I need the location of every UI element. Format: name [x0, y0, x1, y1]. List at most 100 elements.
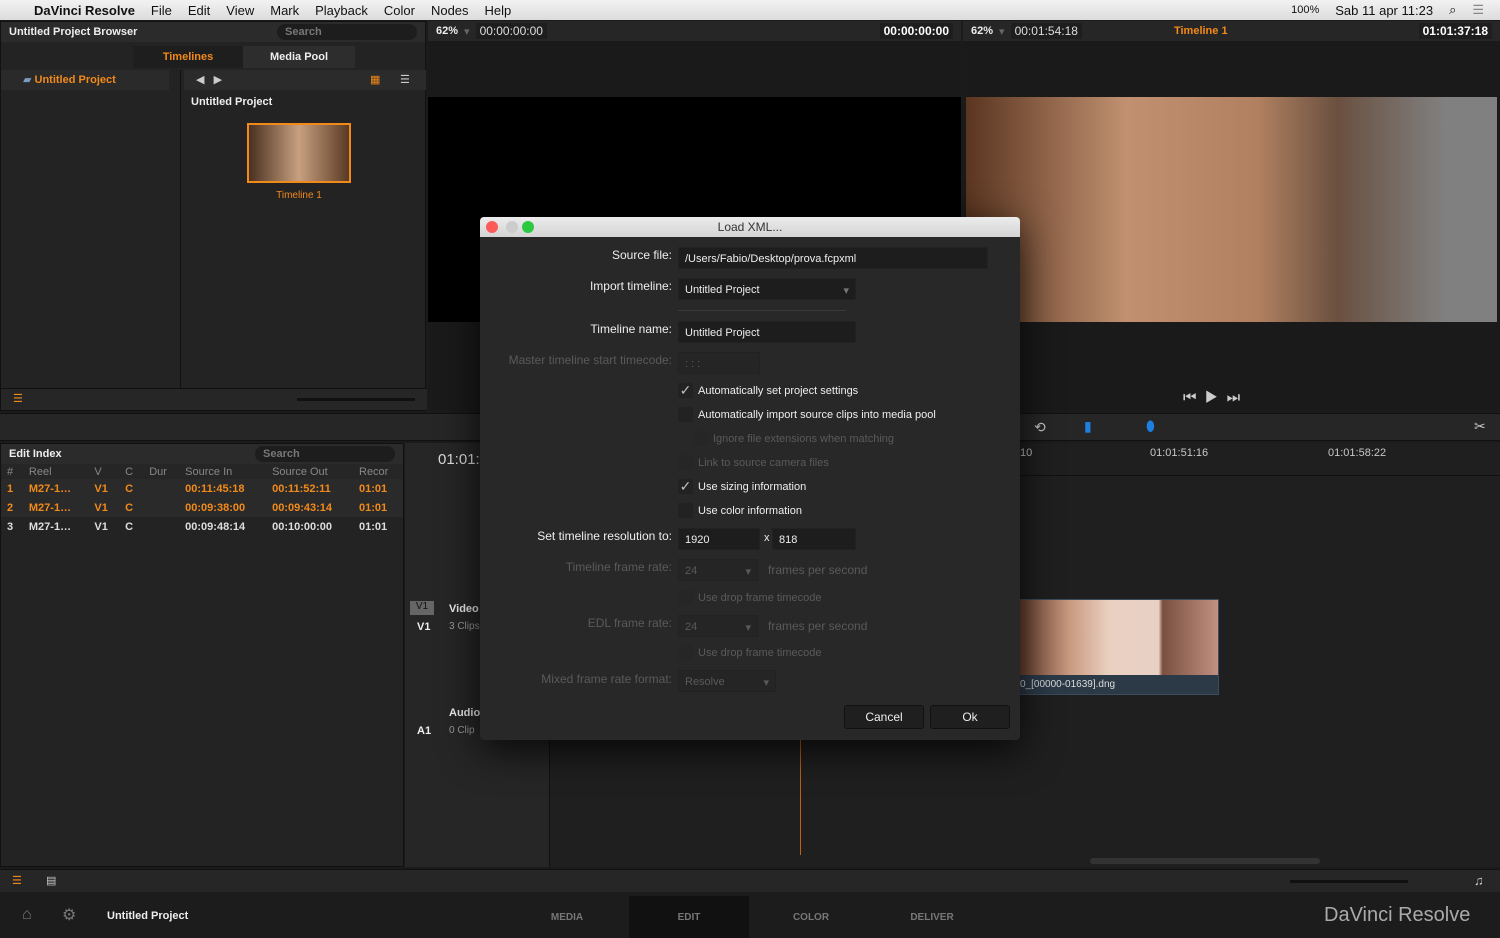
menu-edit[interactable]: Edit	[188, 3, 210, 18]
menu-color[interactable]: Color	[384, 3, 415, 18]
close-button[interactable]	[486, 221, 498, 233]
chk-auto-import-clips[interactable]: Automatically import source clips into m…	[678, 407, 936, 422]
tab-timelines[interactable]: Timelines	[133, 46, 243, 68]
column-header[interactable]: Recor	[353, 464, 403, 479]
menu-playback[interactable]: Playback	[315, 3, 368, 18]
master-tc-label: Master timeline start timecode:	[508, 353, 672, 367]
res-width-field[interactable]: 1920	[678, 528, 760, 550]
chk-sizing-info[interactable]: ✓ Use sizing information	[678, 479, 806, 494]
clip-name: 0_[00000-01639].dng	[1020, 679, 1116, 690]
list-view-icon[interactable]: ☰	[400, 70, 410, 90]
table-cell: 00:09:43:14	[266, 498, 353, 517]
home-icon[interactable]: ⌂	[22, 906, 32, 924]
zoom-slider[interactable]	[1290, 880, 1408, 883]
edit-index-icon[interactable]: ☰	[12, 874, 22, 887]
menu-view[interactable]: View	[226, 3, 254, 18]
table-cell: C	[119, 479, 144, 498]
column-header[interactable]: Source In	[179, 464, 267, 479]
page-edit[interactable]: EDIT	[629, 898, 749, 923]
v1-dest-button[interactable]: V1	[410, 601, 434, 615]
timeline-thumbnail[interactable]	[247, 123, 351, 183]
chk-drop-frame[interactable]: Use drop frame timecode	[678, 590, 822, 605]
frame-rate-select[interactable]: 24 ▾	[678, 559, 758, 581]
forward-icon[interactable]: ▶	[214, 74, 222, 86]
menu-mark[interactable]: Mark	[270, 3, 299, 18]
zoom-button[interactable]	[522, 221, 534, 233]
ok-button[interactable]: Ok	[930, 705, 1010, 729]
next-icon[interactable]: ⏭	[1227, 389, 1241, 406]
play-icon[interactable]: ▶	[1205, 389, 1218, 406]
table-cell: 00:11:45:18	[179, 479, 267, 498]
table-cell: 01:01	[353, 479, 403, 498]
spotlight-icon[interactable]: ⌕	[1449, 2, 1456, 18]
res-height-field[interactable]: 818	[772, 528, 856, 550]
gear-icon[interactable]: ⚙	[62, 905, 76, 925]
source-zoom[interactable]: 62%	[436, 25, 458, 37]
checkmark-icon: ✓	[678, 382, 693, 398]
menu-app[interactable]: DaVinci Resolve	[34, 3, 135, 18]
browser-title: Untitled Project Browser	[9, 26, 138, 38]
flag-icon[interactable]: ▮	[1084, 418, 1092, 435]
video-track-id: V1	[417, 621, 431, 633]
battery-status: 100%	[1291, 4, 1320, 16]
edit-index-search[interactable]: Search	[255, 446, 395, 462]
bin-list-icon[interactable]: ☰	[13, 392, 23, 405]
column-header[interactable]: C	[119, 464, 144, 479]
timeline-timecode: 01:01:	[438, 451, 480, 468]
column-header[interactable]: Reel	[22, 464, 89, 479]
loop-icon[interactable]: ⟲	[1034, 419, 1046, 436]
column-header[interactable]: #	[1, 464, 23, 479]
thumb-size-slider[interactable]	[297, 398, 415, 401]
source-file-field[interactable]: /Users/Fabio/Desktop/prova.fcpxml	[678, 247, 988, 269]
table-row[interactable]: 2 M27-1… V1 C 00:09:38:00 00:09:43:14 01:01	[1, 498, 403, 517]
table-row[interactable]: 3 M27-1… V1 C 00:09:48:14 00:10:00:00 01:01	[1, 517, 403, 536]
import-timeline-select[interactable]: Untitled Project ▾	[678, 278, 856, 300]
notifications-icon[interactable]: ☰	[1472, 2, 1484, 18]
master-tc-field[interactable]: : : :	[678, 352, 760, 374]
timeline-name-field[interactable]: Untitled Project	[678, 321, 856, 343]
music-icon[interactable]: ♫	[1474, 873, 1484, 888]
marker-icon[interactable]: ⬮	[1146, 418, 1155, 435]
menu-help[interactable]: Help	[485, 3, 512, 18]
chk-color-info[interactable]: Use color information	[678, 503, 802, 518]
bin-nav: ◀ ▶ ▦ ☰	[184, 70, 426, 90]
back-icon[interactable]: ◀	[196, 74, 204, 86]
ruler-label: 10	[1020, 447, 1033, 459]
scissors-icon[interactable]: ✂	[1474, 418, 1486, 435]
prev-icon[interactable]: ⏮	[1183, 389, 1197, 406]
browser-search[interactable]: Search	[277, 24, 417, 40]
column-header[interactable]: Source Out	[266, 464, 353, 479]
table-cell	[143, 498, 180, 517]
timeline-scrollbar[interactable]	[1090, 858, 1320, 864]
column-header[interactable]: V	[88, 464, 120, 479]
edl-rate-label: EDL frame rate:	[587, 616, 672, 630]
grid-view-icon[interactable]: ▦	[370, 70, 380, 90]
column-header[interactable]: Dur	[143, 464, 180, 479]
chk-ignore-extensions[interactable]: Ignore file extensions when matching	[693, 431, 894, 446]
folder-untitled-project[interactable]: ▰ Untitled Project	[1, 70, 169, 90]
cancel-button[interactable]: Cancel	[844, 705, 924, 729]
minimize-button[interactable]	[506, 221, 518, 233]
mixed-rate-select[interactable]: Resolve ▾	[678, 670, 776, 692]
ruler-label: 01:01:58:22	[1328, 447, 1387, 459]
page-media[interactable]: MEDIA	[507, 898, 627, 923]
page-color[interactable]: COLOR	[751, 898, 871, 923]
tab-media-pool[interactable]: Media Pool	[243, 46, 355, 68]
page-deliver[interactable]: DELIVER	[872, 898, 992, 923]
chk-link-camera-files[interactable]: Link to source camera files	[678, 455, 829, 470]
edl-rate-select[interactable]: 24 ▾	[678, 615, 758, 637]
menu-nodes[interactable]: Nodes	[431, 3, 469, 18]
chk-auto-project-settings[interactable]: ✓ Automatically set project settings	[678, 383, 858, 398]
media-icon[interactable]: ▤	[46, 874, 56, 887]
menu-file[interactable]: File	[151, 3, 172, 18]
audio-track-id: A1	[417, 725, 432, 737]
chk-edl-drop-frame[interactable]: Use drop frame timecode	[678, 645, 822, 660]
table-row[interactable]: 1 M27-1… V1 C 00:11:45:18 00:11:52:11 01:01	[1, 479, 403, 498]
mixed-rate-label: Mixed frame rate format:	[541, 672, 672, 686]
source-timecode-right: 00:00:00:00	[879, 23, 953, 39]
video-clip[interactable]: 0_[00000-01639].dng	[1019, 599, 1219, 695]
timeline-selector[interactable]: Timeline 1	[1174, 25, 1228, 37]
table-cell: 1	[1, 479, 23, 498]
program-zoom[interactable]: 62%	[971, 25, 993, 37]
table-cell: 01:01	[359, 520, 388, 533]
